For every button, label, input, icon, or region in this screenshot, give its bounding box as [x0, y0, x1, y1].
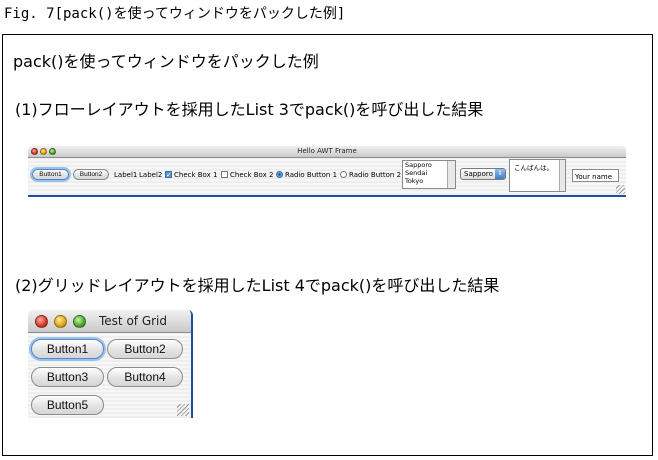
- name-textfield[interactable]: Your name: [572, 169, 619, 182]
- section2-caption: (2)グリッドレイアウトを採用したList 4でpack()を呼び出した結果: [15, 276, 500, 295]
- button2[interactable]: Button2: [107, 339, 183, 359]
- checkbox1-box[interactable]: ✓: [165, 171, 172, 179]
- section1-caption: (1)フローレイアウトを採用したList 3でpack()を呼び出した結果: [15, 100, 484, 119]
- checkbox1-label[interactable]: Check Box 1: [174, 171, 217, 179]
- minimize-icon[interactable]: [54, 315, 67, 328]
- box-title: pack()を使ってウィンドウをパックした例: [13, 52, 319, 71]
- button2[interactable]: Button2: [73, 169, 109, 180]
- close-icon[interactable]: [35, 315, 48, 328]
- textarea-value: こんばんは。: [514, 164, 553, 172]
- textfield-value: Your name: [575, 173, 613, 181]
- chevron-updown-icon: ⇕: [495, 169, 505, 179]
- resize-grip[interactable]: [616, 185, 625, 194]
- label1: Label1: [114, 171, 138, 179]
- grid-layout-window: Test of Grid Button1 Button2 Button3 But…: [28, 310, 193, 418]
- city-list[interactable]: Sapporo Sendai Tokyo: [402, 160, 456, 189]
- figure-caption: Fig. 7[pack()を使ってウィンドウをパックした例]: [4, 6, 346, 22]
- button4[interactable]: Button4: [107, 367, 183, 387]
- radio1-label[interactable]: Radio Button 1: [285, 171, 337, 179]
- button1[interactable]: Button1: [32, 169, 69, 180]
- radio1-button[interactable]: [276, 171, 283, 178]
- label2: Label2: [139, 171, 163, 179]
- radio2-button[interactable]: [340, 171, 347, 178]
- window-titlebar[interactable]: Test of Grid: [28, 310, 191, 333]
- choice-value: Sapporo: [464, 170, 493, 178]
- checkbox2-label[interactable]: Check Box 2: [230, 171, 273, 179]
- textarea-scrollbar[interactable]: [559, 160, 565, 191]
- zoom-icon[interactable]: [73, 315, 86, 328]
- resize-grip[interactable]: [177, 404, 189, 416]
- button1[interactable]: Button1: [31, 339, 104, 359]
- button5[interactable]: Button5: [31, 395, 104, 415]
- radio2-label[interactable]: Radio Button 2: [349, 171, 401, 179]
- button3[interactable]: Button3: [31, 367, 104, 387]
- city-choice[interactable]: Sapporo ⇕: [460, 168, 506, 180]
- greeting-textarea[interactable]: こんばんは。: [509, 159, 566, 192]
- window-titlebar[interactable]: Hello AWT Frame: [28, 146, 626, 158]
- flow-layout-window: Hello AWT Frame Button1 Button2 Label1 L…: [28, 146, 626, 197]
- checkbox2-box[interactable]: [221, 171, 228, 178]
- list-scrollbar[interactable]: [447, 161, 455, 188]
- window-title: Hello AWT Frame: [297, 147, 357, 155]
- window-title: Test of Grid: [99, 314, 168, 328]
